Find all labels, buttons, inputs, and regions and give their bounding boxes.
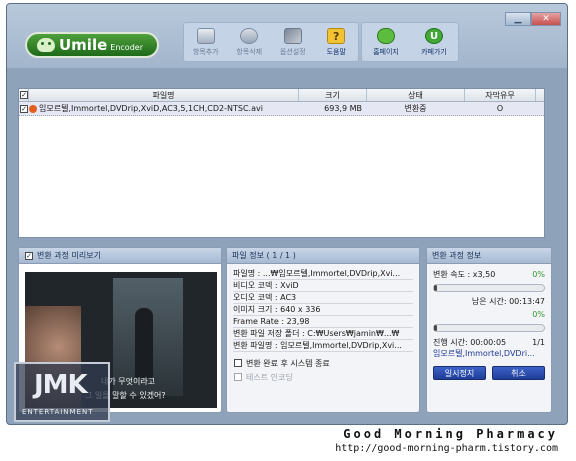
row-name-cell: 임모르텔,Immortel,DVDrip,XviD,AC3,5,1CH,CD2-… [29, 102, 299, 115]
video-file-icon [29, 104, 37, 113]
current-progress-fill [434, 285, 438, 291]
table-row[interactable]: ✓ 임모르텔,Immortel,DVDrip,XviD,AC3,5,1CH,CD… [19, 102, 544, 116]
footer-blog-title: Good Morning Pharmacy [343, 427, 558, 441]
delete-item-label: 항목삭제 [236, 48, 263, 56]
row-file-name: 임모르텔,Immortel,DVDrip,XviD,AC3,5,1CH,CD2-… [39, 104, 263, 113]
window-controls: ▁ ✕ [505, 12, 561, 26]
row-file-size: 693,9 MB [324, 104, 362, 113]
info-image-size: 이미지 크기 : 640 x 336 [233, 304, 413, 316]
settings-button[interactable]: 옵션설정 [271, 23, 315, 61]
file-info-panel: 파일 정보 ( 1 / 1 ) 파일명 : ...₩임모르텔,Immortel,… [226, 247, 420, 413]
total-percent-row: 0% [433, 308, 545, 320]
file-info-header: 파일 정보 ( 1 / 1 ) [227, 248, 419, 264]
close-icon: ✕ [542, 14, 550, 24]
elapsed-row: 진행 시간: 00:00:05 1/1 [433, 336, 545, 348]
delete-item-button[interactable]: 항목삭제 [228, 23, 272, 61]
delete-item-icon [240, 28, 259, 44]
checkbox-checked-icon: ✓ [20, 91, 28, 99]
watermark-text: ENTERTAINMENT [22, 408, 94, 416]
preview-title: 변환 과정 미리보기 [37, 251, 101, 260]
settings-label: 옵션설정 [279, 48, 306, 56]
cafe-icon: U [425, 28, 443, 44]
cancel-button[interactable]: 취소 [492, 366, 545, 380]
home-icon [377, 28, 395, 44]
progress-header: 변환 과정 정보 [427, 248, 551, 264]
column-header-size[interactable]: 크기 [299, 89, 367, 101]
settings-icon [283, 28, 302, 44]
link-toolbar: 홈페이지 U 카페가기 [361, 22, 459, 62]
jmk-watermark: JMK ENTERTAINMENT [14, 362, 110, 422]
shutdown-after-option[interactable]: 변환 완료 후 시스템 종료 [233, 356, 413, 370]
current-percent: 0% [532, 269, 545, 279]
info-video-codec: 비디오 코덱 : XviD [233, 280, 413, 292]
homepage-label: 홈페이지 [373, 48, 399, 56]
homepage-button[interactable]: 홈페이지 [362, 23, 410, 61]
elapsed-time: 진행 시간: 00:00:05 [433, 337, 507, 347]
smile-logo-icon [37, 38, 55, 52]
cafe-label: 카페가기 [421, 48, 447, 56]
row-status: 변환중 [404, 104, 427, 113]
brand-subtitle: Encoder [110, 43, 143, 52]
row-checkbox[interactable]: ✓ [19, 102, 29, 115]
info-output-folder: 변환 파일 저장 폴더 : C:₩Users₩jamin₩...₩ [233, 328, 413, 340]
progress-body: 변환 속도 : x3,50 0% 남은 시간: 00:13:47 0% 진행 시… [427, 264, 551, 384]
column-header-name[interactable]: 파일명 [29, 89, 299, 101]
add-item-button[interactable]: 항목추가 [184, 23, 228, 61]
file-info-body: 파일명 : ...₩임모르텔,Immortel,DVDrip,Xvi... 비디… [227, 264, 419, 388]
video-figure [135, 308, 153, 378]
info-frame-rate: Frame Rate : 23,98 [233, 316, 413, 328]
remaining-time: 남은 시간: 00:13:47 [471, 297, 545, 306]
info-file-name: 파일명 : ...₩임모르텔,Immortel,DVDrip,Xvi... [233, 268, 413, 280]
cafe-button[interactable]: U 카페가기 [410, 23, 458, 61]
total-progress-fill [434, 325, 438, 331]
info-audio-codec: 오디오 코덱 : AC3 [233, 292, 413, 304]
test-encode-option[interactable]: 테스트 인코딩 [233, 370, 413, 384]
help-icon: ? [327, 28, 346, 44]
minimize-icon: ▁ [514, 14, 522, 24]
add-item-icon [196, 28, 215, 44]
watermark-logo: JMK [34, 370, 88, 400]
close-button[interactable]: ✕ [531, 12, 561, 26]
help-button[interactable]: ? 도움말 [315, 23, 359, 61]
column-header-status[interactable]: 상태 [367, 89, 465, 101]
file-list-header: ✓ 파일명 크기 상태 자막유무 [19, 89, 544, 102]
main-toolbar: 항목추가 항목삭제 옵션설정 ? 도움말 [183, 22, 359, 62]
current-progress-bar [433, 284, 545, 292]
title-bar: Umile Encoder 항목추가 항목삭제 옵션설정 ? 도움말 홈페이지 … [7, 4, 567, 68]
preview-toggle-checkbox[interactable]: ✓ [25, 251, 33, 260]
select-all-checkbox[interactable]: ✓ [19, 89, 29, 101]
speed-row: 변환 속도 : x3,50 0% [433, 268, 545, 280]
encode-speed: 변환 속도 : x3,50 [433, 269, 496, 279]
total-progress-bar [433, 324, 545, 332]
current-file-name: 임모르텔,Immortel,DVDri... [433, 349, 535, 358]
umile-logo: Umile Encoder [25, 32, 159, 58]
row-subtitle-flag: O [496, 104, 504, 113]
file-count: 1/1 [532, 337, 545, 347]
shutdown-checkbox[interactable] [234, 359, 242, 367]
progress-buttons: 일시정지 취소 [433, 366, 545, 380]
help-label: 도움말 [326, 48, 346, 56]
footer-blog-url[interactable]: http://good-morning-pharm.tistory.com [335, 443, 558, 454]
total-percent: 0% [532, 309, 545, 319]
column-header-subtitle[interactable]: 자막유무 [465, 89, 536, 101]
checkbox-checked-icon: ✓ [20, 104, 28, 113]
shutdown-label: 변환 완료 후 시스템 종료 [246, 358, 330, 368]
brand-name: Umile [59, 36, 108, 54]
progress-panel: 변환 과정 정보 변환 속도 : x3,50 0% 남은 시간: 00:13:4… [426, 247, 552, 413]
test-encode-label: 테스트 인코딩 [246, 372, 293, 382]
file-list-table: ✓ 파일명 크기 상태 자막유무 ✓ 임모르텔,Immortel,DVDrip,… [18, 88, 545, 238]
info-output-name: 변환 파일명 : 임모르텔,Immortel,DVDrip,Xvi... [233, 340, 413, 352]
minimize-button[interactable]: ▁ [505, 12, 531, 26]
test-encode-checkbox[interactable] [234, 373, 242, 381]
preview-panel-header: ✓ 변환 과정 미리보기 [19, 248, 221, 264]
add-item-label: 항목추가 [192, 48, 219, 56]
pause-button[interactable]: 일시정지 [433, 366, 486, 380]
